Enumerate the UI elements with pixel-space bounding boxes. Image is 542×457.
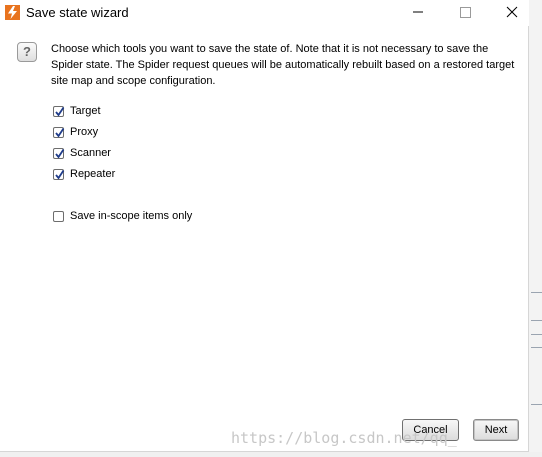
proxy-checkbox[interactable] [53,126,65,138]
save-state-wizard-dialog: Save state wizard ? Choose which tools y… [0,0,529,452]
target-checkbox-row[interactable]: Target [53,103,101,119]
scanner-checkbox[interactable] [53,147,65,159]
description-line: Spider state. The Spider request queues … [51,59,515,71]
background-window-edge [529,0,542,457]
background-divider [531,320,542,321]
checkmark-icon [55,148,65,159]
question-icon: ? [17,42,37,62]
maximize-button[interactable] [450,2,480,22]
minimize-icon [413,11,423,13]
dialog-content: ? Choose which tools you want to save th… [0,26,528,451]
checkmark-icon [55,106,65,117]
close-icon [506,6,518,18]
watermark-text: https://blog.csdn.net/qq_ [231,429,457,447]
repeater-checkbox[interactable] [53,168,65,180]
proxy-label: Proxy [70,126,99,138]
proxy-checkbox-row[interactable]: Proxy [53,124,98,140]
checkmark-icon [55,169,65,180]
background-divider [531,404,542,405]
target-checkbox[interactable] [53,105,65,117]
maximize-icon [460,7,471,18]
background-divider [531,292,542,293]
title-bar: Save state wizard [0,0,529,26]
background-strip [0,452,542,457]
scanner-label: Scanner [70,147,111,159]
description-line: site map and scope configuration. [51,75,216,87]
target-label: Target [70,105,101,117]
burp-logo-icon [5,5,20,20]
in-scope-checkbox[interactable] [53,210,64,222]
close-button[interactable] [497,2,527,22]
repeater-label: Repeater [70,168,116,180]
description-line: Choose which tools you want to save the … [51,43,489,55]
next-button[interactable]: Next [473,419,519,441]
window-title: Save state wizard [26,5,129,20]
background-divider [531,347,542,348]
description-text: Choose which tools you want to save the … [51,41,515,89]
minimize-button[interactable] [403,2,433,22]
scanner-checkbox-row[interactable]: Scanner [53,145,111,161]
repeater-checkbox-row[interactable]: Repeater [53,166,115,182]
checkmark-icon [55,127,65,138]
in-scope-checkbox-row[interactable]: Save in-scope items only [53,208,192,224]
background-divider [531,334,542,335]
in-scope-label: Save in-scope items only [70,210,193,222]
